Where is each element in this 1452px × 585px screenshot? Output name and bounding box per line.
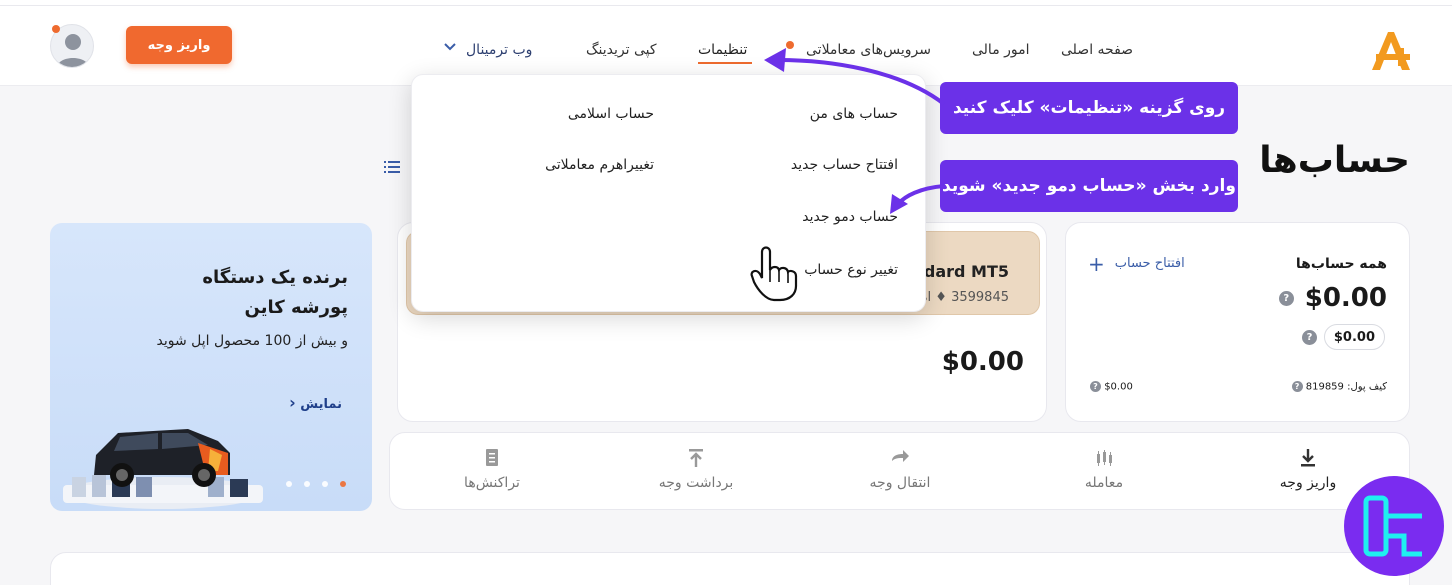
nav-settings[interactable]: تنظیمات [698,42,747,58]
all-accounts-total: ? $0.00 [1278,283,1387,313]
promo-banner[interactable]: برنده یک دستگاه پورشه کاین و بیش از 100 … [50,223,372,511]
action-withdraw[interactable]: برداشت وجه [636,447,756,491]
help-icon[interactable]: ? [1090,381,1101,392]
list-view-icon[interactable] [383,158,401,176]
nav-web-terminal[interactable]: وب ترمینال [466,42,532,58]
open-account-label: افتتاح حساب [1114,256,1185,271]
receipt-icon [486,449,498,466]
menu-change-account-type[interactable]: تغییر نوع حساب [804,262,898,278]
all-accounts-card: همه حساب‌ها ? $0.00 $0.00 ? + افتتاح حسا… [1065,222,1410,422]
action-transactions[interactable]: تراکنش‌ها [432,447,552,491]
promo-title: برنده یک دستگاه پورشه کاین [202,267,348,318]
account-balance: $0.00 [941,347,1024,377]
menu-new-demo-account[interactable]: حساب دمو جدید [802,209,898,225]
carousel-dot[interactable] [340,481,346,487]
promo-show-link[interactable]: نمایش ‹ [289,393,342,412]
plus-icon: + [1088,251,1105,276]
action-trade[interactable]: معامله [1044,447,1164,491]
wallet-balance: ? $0.00 [1090,381,1133,393]
avatar-notification-dot [52,25,60,33]
download-icon [1301,449,1315,467]
bottom-panel [50,552,1410,585]
help-icon[interactable]: ? [1278,291,1294,306]
watermark-badge [1344,476,1444,576]
header-deposit-button[interactable]: واریز وجه [126,26,232,64]
menu-islamic-account[interactable]: حساب اسلامی [568,106,654,122]
tradingfinder-logo-icon [1363,495,1422,557]
transfer-icon [892,450,909,462]
callout-step2: وارد بخش «حساب دمو جدید» شوید [940,160,1238,212]
wallet-id: کیف پول: 819859 ? [1291,381,1387,393]
help-icon[interactable]: ? [1291,381,1303,392]
nav-finance[interactable]: امور مالی [972,42,1030,58]
menu-my-accounts[interactable]: حساب های من [810,106,898,122]
nav-trading-services[interactable]: سرویس‌های معاملاتی [806,42,931,58]
nav-home[interactable]: صفحه اصلی [1061,42,1133,58]
callout-step1: روی گزینه «تنظیمات» کلیک کنید [940,82,1238,134]
balance-pill: $0.00 [1323,324,1385,350]
carousel-dots [286,481,346,487]
open-account-link[interactable]: + افتتاح حساب [1088,251,1185,276]
nav-copy-trading[interactable]: کپی تریدینگ [586,42,657,58]
actions-bar: واریز وجه معامله انتقال وجه برداشت وجه ت… [389,432,1410,510]
broker-logo[interactable] [1364,26,1414,76]
upload-icon [689,449,703,467]
car-prize-image [63,429,263,509]
settings-dropdown: حساب های من حساب اسلامی افتتاح حساب جدید… [411,74,926,312]
action-transfer[interactable]: انتقال وجه [840,447,960,491]
nav-notification-dot [786,41,794,49]
chevron-left-icon: ‹ [289,393,296,412]
carousel-dot[interactable] [286,481,292,487]
carousel-dot[interactable] [322,481,328,487]
account-number: 3599845 ♦ اه [920,290,1009,305]
menu-open-new-account[interactable]: افتتاح حساب جدید [791,157,898,173]
page-title: حساب‌ها [1259,140,1410,181]
candlestick-icon [1097,450,1112,466]
chevron-down-icon[interactable] [442,38,458,54]
help-icon[interactable]: ? [1302,330,1317,345]
menu-change-leverage[interactable]: تغییراهرم معاملاتی [545,157,654,173]
carousel-dot[interactable] [304,481,310,487]
promo-subtitle: و بیش از 100 محصول اپل شوید [156,333,349,349]
nav-active-indicator [698,62,752,64]
all-accounts-title: همه حساب‌ها [1295,256,1387,272]
